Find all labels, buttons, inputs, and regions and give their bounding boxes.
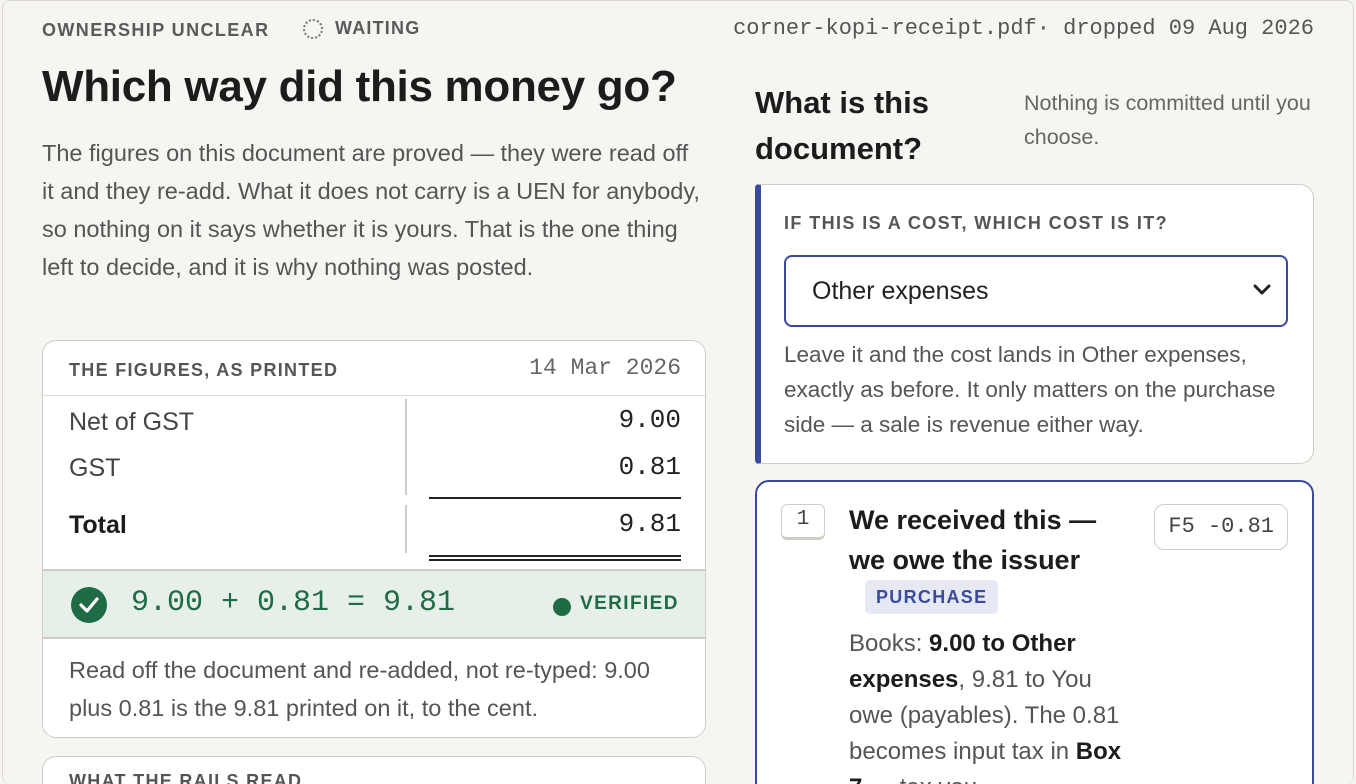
waiting-status: WAITING: [335, 18, 421, 38]
check-circle-icon: [71, 587, 107, 623]
total-double-rule: [429, 555, 681, 561]
verified-badge: VERIFIED: [580, 593, 679, 614]
intro-text: The figures on this document are proved …: [42, 140, 700, 280]
option-purchase-card[interactable]: 1 We received this — we owe the issuer P…: [755, 480, 1314, 784]
status-bar: OWNERSHIP UNCLEAR WAITING corner-kopi-re…: [42, 16, 1314, 46]
option-body-prefix: Books:: [849, 630, 930, 657]
cost-question: IF THIS IS A COST, WHICH COST IS IT?: [784, 213, 1169, 233]
option-title: We received this — we owe the issuer: [849, 505, 1097, 575]
rails-card: WHAT THE RAILS READ: [42, 756, 706, 784]
page-title: Which way did this money go?: [42, 62, 677, 111]
decision-heading: What is this document?: [755, 85, 929, 166]
verified-dot-icon: [553, 598, 571, 616]
shortcut-key-badge: F5 -0.81: [1154, 504, 1288, 550]
cost-category-value: Other expenses: [812, 277, 989, 305]
column-divider: [405, 505, 407, 553]
cost-category-select[interactable]: Other expenses: [784, 255, 1288, 327]
gst-value: 0.81: [618, 452, 681, 482]
option-body-suffix: — tax you: [862, 774, 977, 784]
gst-label: GST: [69, 454, 121, 482]
verification-band: 9.00 + 0.81 = 9.81 VERIFIED: [43, 569, 705, 639]
purchase-badge: PURCHASE: [865, 580, 999, 614]
option-description: Books: 9.00 to Other expenses, 9.81 to Y…: [849, 626, 1139, 784]
file-info: corner-kopi-receipt.pdf· dropped 09 Aug …: [733, 16, 1314, 41]
cost-help-text: Leave it and the cost lands in Other exp…: [784, 342, 1276, 437]
figures-heading: THE FIGURES, AS PRINTED: [69, 360, 339, 380]
rails-heading: WHAT THE RAILS READ: [69, 771, 303, 784]
chevron-down-icon: [1252, 283, 1272, 302]
document-date: 14 Mar 2026: [529, 355, 681, 381]
option-number: 1: [781, 504, 825, 540]
ownership-status-badge: OWNERSHIP UNCLEAR: [42, 20, 270, 40]
net-label: Net of GST: [69, 408, 195, 436]
verification-note: Read off the document and re-added, not …: [69, 657, 650, 721]
verification-equation: 9.00 + 0.81 = 9.81: [131, 586, 456, 620]
total-label: Total: [69, 511, 127, 539]
figures-card: THE FIGURES, AS PRINTED 14 Mar 2026 Net …: [42, 340, 706, 738]
total-value: 9.81: [618, 509, 681, 539]
commit-note: Nothing is committed until you choose.: [1024, 91, 1311, 149]
cost-category-card: IF THIS IS A COST, WHICH COST IS IT? Oth…: [755, 184, 1314, 464]
spinner-icon: [303, 19, 323, 39]
subtotal-rule: [429, 497, 681, 499]
column-divider: [405, 399, 407, 495]
net-value: 9.00: [618, 405, 681, 435]
figures-card-header: THE FIGURES, AS PRINTED 14 Mar 2026: [43, 341, 705, 396]
